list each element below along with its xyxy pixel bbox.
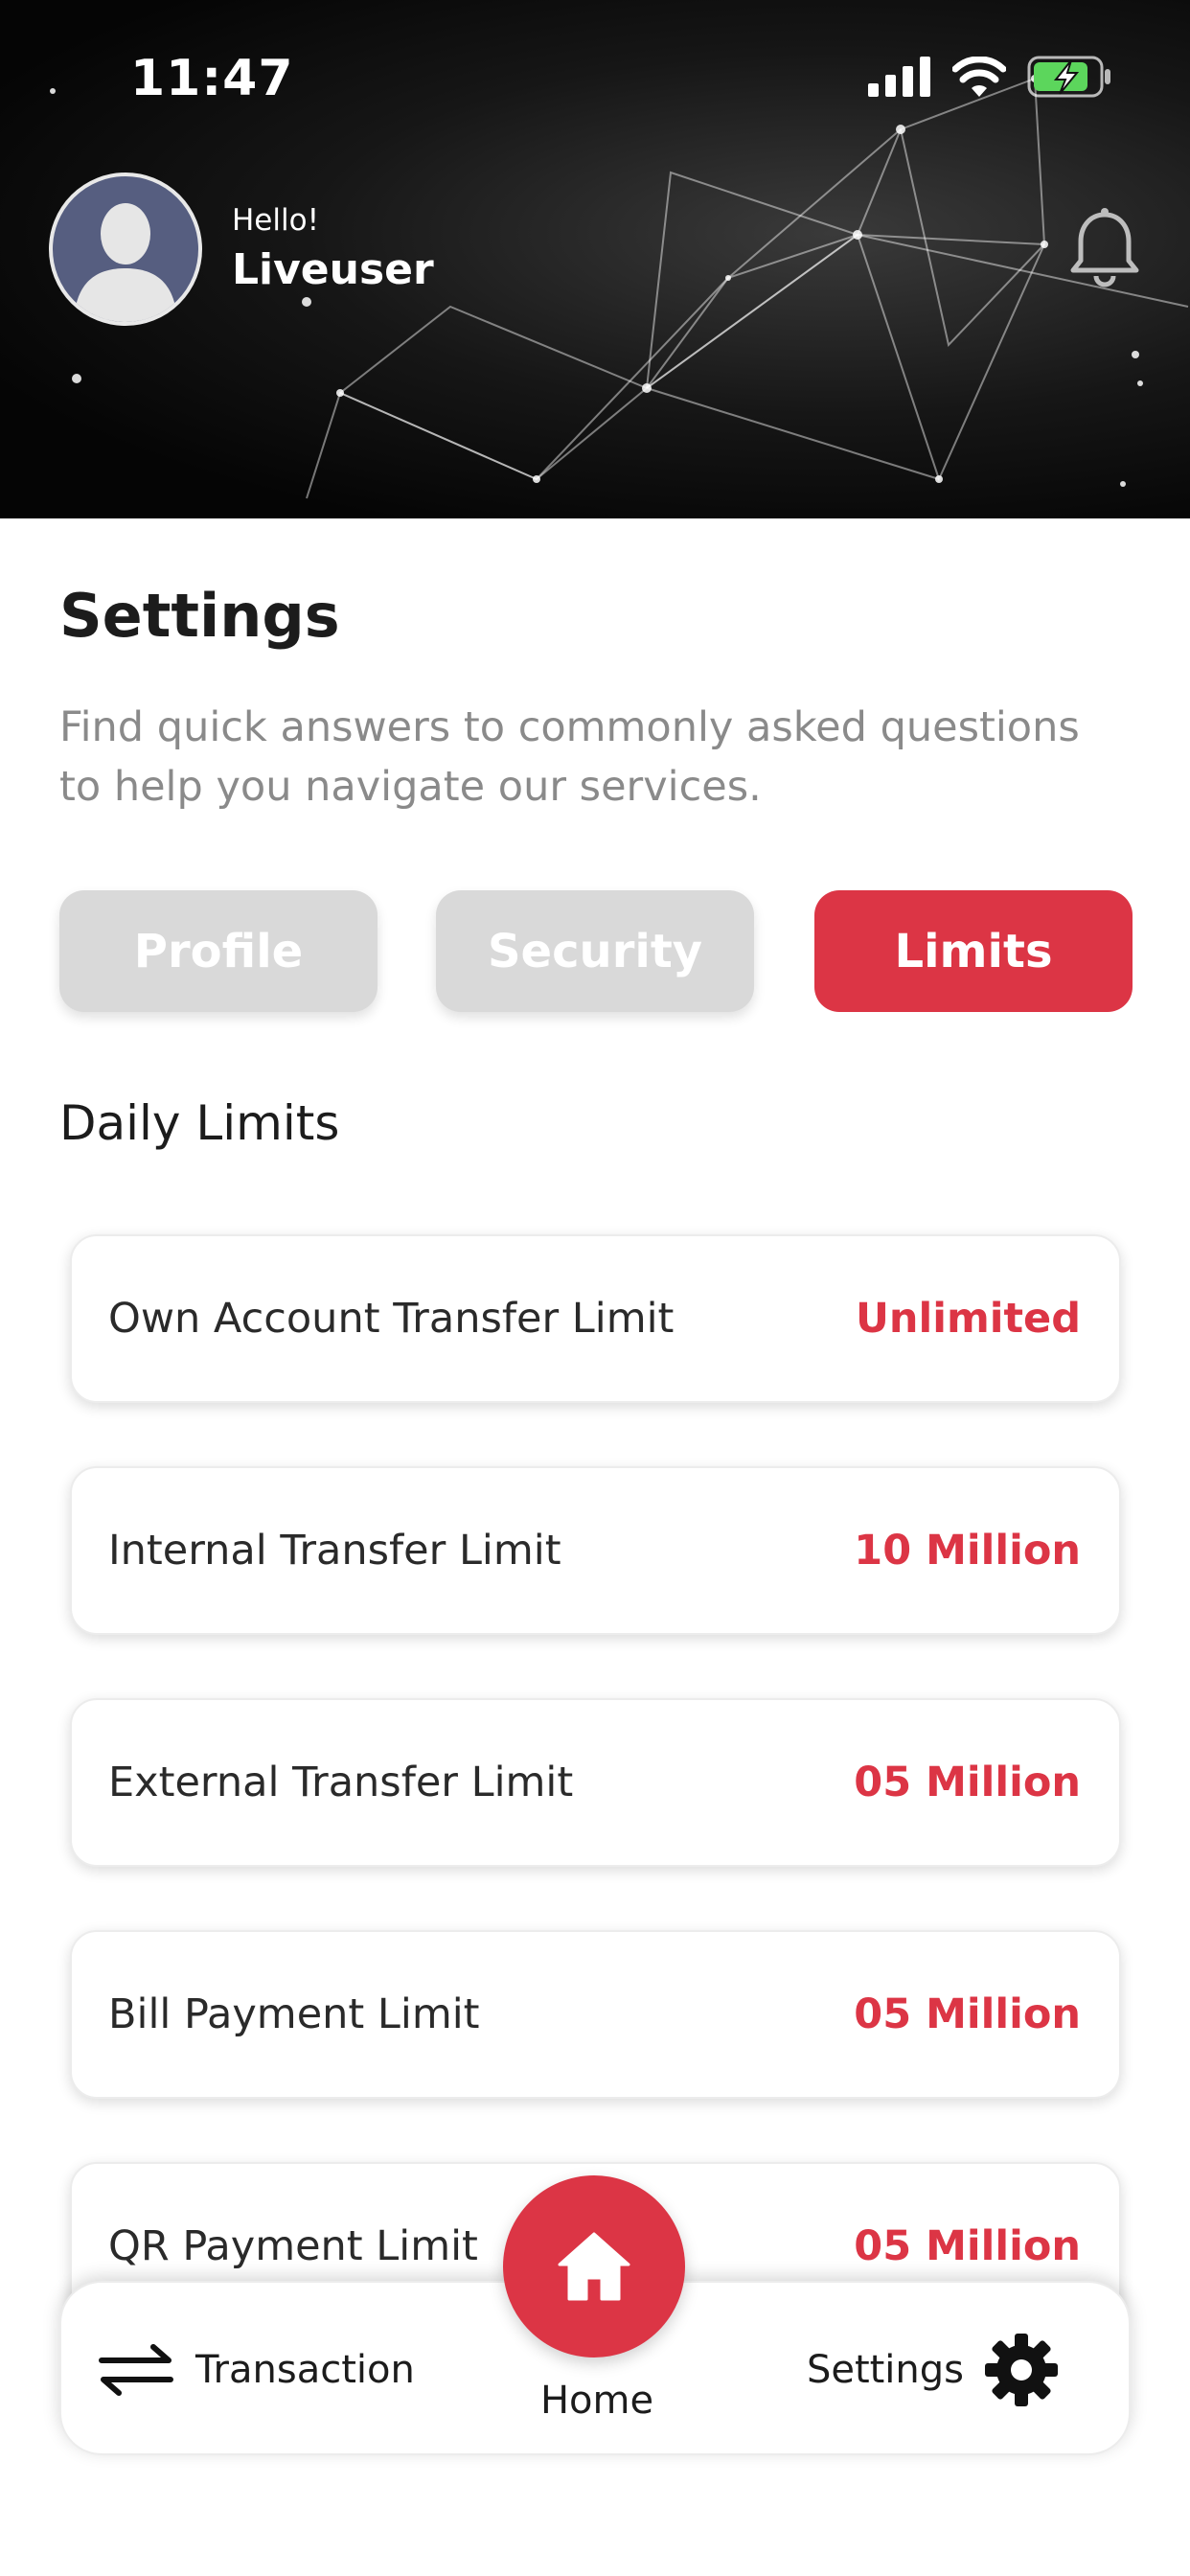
status-icons [868, 56, 1113, 98]
limit-card-external-transfer[interactable]: External Transfer Limit 05 Million [70, 1698, 1121, 1867]
limit-value: 10 Million [854, 1527, 1081, 1575]
nav-settings[interactable]: Settings [807, 2283, 1060, 2457]
wifi-icon [952, 57, 1006, 97]
limit-label: QR Payment Limit [108, 2222, 478, 2270]
nav-settings-label: Settings [806, 2348, 964, 2392]
bell-icon[interactable] [1062, 205, 1148, 291]
gear-icon [985, 2334, 1058, 2406]
tab-profile[interactable]: Profile [59, 890, 378, 1012]
avatar[interactable] [49, 172, 202, 326]
limit-label: External Transfer Limit [108, 1759, 574, 1806]
limit-value: 05 Million [854, 1759, 1081, 1806]
signal-icon [868, 57, 930, 97]
limit-label: Bill Payment Limit [108, 1990, 480, 2038]
limit-label: Internal Transfer Limit [108, 1527, 561, 1575]
limit-value: 05 Million [854, 2222, 1081, 2270]
battery-charging-icon [1027, 56, 1110, 98]
tab-security[interactable]: Security [436, 890, 754, 1012]
header-banner: 11:47 Hello! Liveuser [0, 0, 1190, 518]
limit-card-bill-payment[interactable]: Bill Payment Limit 05 Million [70, 1930, 1121, 2099]
limit-card-internal-transfer[interactable]: Internal Transfer Limit 10 Million [70, 1466, 1121, 1635]
greeting-text: Hello! [232, 203, 320, 238]
limit-value: Unlimited [855, 1295, 1081, 1343]
limit-value: 05 Million [854, 1990, 1081, 2038]
limit-label: Own Account Transfer Limit [108, 1295, 675, 1343]
username: Liveuser [232, 245, 434, 294]
page-title: Settings [59, 581, 340, 651]
nav-transaction[interactable]: Transaction [98, 2283, 415, 2457]
user-avatar-icon [74, 203, 177, 322]
home-icon [558, 2232, 630, 2301]
page-description: Find quick answers to commonly asked que… [59, 703, 1080, 811]
limit-card-own-account[interactable]: Own Account Transfer Limit Unlimited [70, 1234, 1121, 1403]
home-button[interactable] [503, 2175, 685, 2358]
status-time: 11:47 [130, 50, 294, 107]
section-title-daily-limits: Daily Limits [59, 1095, 340, 1151]
tab-limits[interactable]: Limits [814, 890, 1133, 1012]
